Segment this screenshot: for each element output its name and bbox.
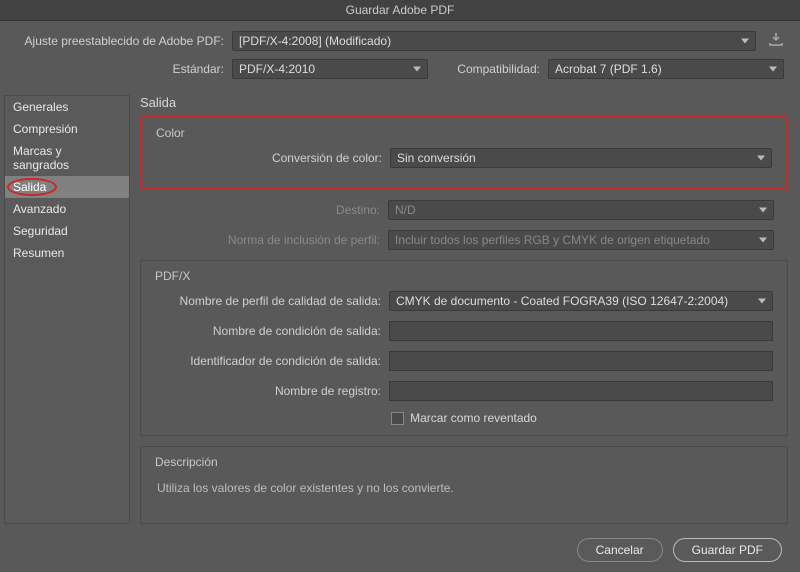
- profile-inclusion-select: Incluir todos los perfiles RGB y CMYK de…: [388, 230, 774, 250]
- sidebar-item-generales[interactable]: Generales: [5, 96, 129, 118]
- download-icon[interactable]: [768, 33, 784, 50]
- quality-profile-value: CMYK de documento - Coated FOGRA39 (ISO …: [396, 294, 728, 308]
- trapped-label: Marcar como reventado: [410, 411, 537, 425]
- out-cond-name-input[interactable]: [389, 321, 773, 341]
- description-text: Utiliza los valores de color existentes …: [155, 477, 773, 499]
- top-controls: Ajuste preestablecido de Adobe PDF: [PDF…: [0, 21, 800, 95]
- color-conversion-select[interactable]: Sin conversión: [390, 148, 772, 168]
- compat-value: Acrobat 7 (PDF 1.6): [555, 62, 662, 76]
- out-cond-id-input[interactable]: [389, 351, 773, 371]
- standard-select[interactable]: PDF/X-4:2010: [232, 59, 428, 79]
- sidebar-item-avanzado[interactable]: Avanzado: [5, 198, 129, 220]
- standard-label: Estándar:: [16, 62, 232, 76]
- compat-label: Compatibilidad:: [428, 62, 548, 76]
- description-fieldset: Descripción Utiliza los valores de color…: [140, 446, 788, 524]
- color-conversion-value: Sin conversión: [397, 151, 476, 165]
- quality-profile-select[interactable]: CMYK de documento - Coated FOGRA39 (ISO …: [389, 291, 773, 311]
- destination-label: Destino:: [154, 203, 388, 217]
- sidebar-item-marcas[interactable]: Marcas y sangrados: [5, 140, 129, 176]
- registry-label: Nombre de registro:: [155, 384, 389, 398]
- description-legend: Descripción: [155, 455, 773, 469]
- color-conversion-label: Conversión de color:: [156, 151, 390, 165]
- footer: Cancelar Guardar PDF: [0, 528, 800, 572]
- compat-select[interactable]: Acrobat 7 (PDF 1.6): [548, 59, 784, 79]
- profile-inclusion-value: Incluir todos los perfiles RGB y CMYK de…: [395, 233, 710, 247]
- profile-inclusion-label: Norma de inclusión de perfil:: [154, 233, 388, 247]
- registry-input[interactable]: [389, 381, 773, 401]
- pdfx-fieldset: PDF/X Nombre de perfil de calidad de sal…: [140, 260, 788, 436]
- destination-select: N/D: [388, 200, 774, 220]
- sidebar: Generales Compresión Marcas y sangrados …: [4, 95, 130, 524]
- color-fieldset: Color Conversión de color: Sin conversió…: [140, 116, 788, 190]
- standard-value: PDF/X-4:2010: [239, 62, 315, 76]
- sidebar-item-salida[interactable]: Salida: [5, 176, 129, 198]
- sidebar-item-seguridad[interactable]: Seguridad: [5, 220, 129, 242]
- out-cond-id-label: Identificador de condición de salida:: [155, 354, 389, 368]
- sidebar-item-resumen[interactable]: Resumen: [5, 242, 129, 264]
- out-cond-name-label: Nombre de condición de salida:: [155, 324, 389, 338]
- color-legend: Color: [156, 126, 772, 140]
- window-title: Guardar Adobe PDF: [346, 3, 455, 17]
- preset-value: [PDF/X-4:2008] (Modificado): [239, 34, 391, 48]
- preset-label: Ajuste preestablecido de Adobe PDF:: [16, 34, 232, 48]
- sidebar-item-compresion[interactable]: Compresión: [5, 118, 129, 140]
- destination-value: N/D: [395, 203, 416, 217]
- pdfx-legend: PDF/X: [155, 269, 773, 283]
- quality-profile-label: Nombre de perfil de calidad de salida:: [155, 294, 389, 308]
- panel-title: Salida: [140, 95, 788, 110]
- trapped-checkbox[interactable]: [391, 412, 404, 425]
- cancel-button[interactable]: Cancelar: [577, 538, 663, 562]
- preset-select[interactable]: [PDF/X-4:2008] (Modificado): [232, 31, 756, 51]
- save-pdf-button[interactable]: Guardar PDF: [673, 538, 782, 562]
- titlebar: Guardar Adobe PDF: [0, 0, 800, 21]
